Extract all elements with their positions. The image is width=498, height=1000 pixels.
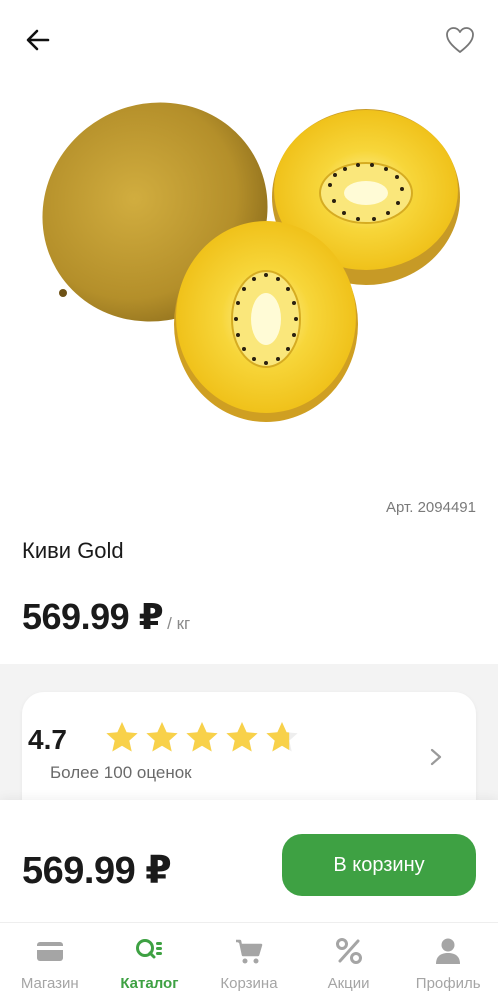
- star-icon: [226, 722, 258, 752]
- tab-cart[interactable]: Корзина: [199, 923, 298, 1000]
- bottom-tab-bar: Магазин Каталог Корзина Акции Профиль: [0, 922, 498, 1000]
- article-number: Арт. 2094491: [386, 499, 476, 516]
- profile-icon: [436, 938, 461, 964]
- product-price: 569.99 ₽: [22, 596, 164, 637]
- tab-promotions[interactable]: Акции: [299, 923, 398, 1000]
- star-icon: [106, 722, 138, 752]
- heart-outline-icon: [446, 27, 474, 53]
- product-image: [42, 102, 460, 422]
- rating-value: 4.7: [28, 724, 67, 755]
- tab-label-catalog: Каталог: [120, 975, 179, 992]
- store-card-icon: [36, 942, 63, 961]
- tab-profile[interactable]: Профиль: [399, 923, 498, 1000]
- tab-catalog[interactable]: Каталог: [100, 923, 199, 1000]
- add-to-cart-button[interactable]: В корзину: [282, 834, 476, 896]
- percent-icon: [335, 938, 362, 964]
- star-icon: [146, 722, 178, 752]
- back-button[interactable]: [20, 22, 56, 58]
- tab-label-promotions: Акции: [327, 975, 370, 992]
- price-unit: / кг: [167, 614, 191, 633]
- tab-label-store: Магазин: [20, 975, 79, 992]
- catalog-search-icon: [136, 939, 163, 959]
- tab-label-cart: Корзина: [220, 975, 278, 992]
- tab-store[interactable]: Магазин: [0, 923, 99, 1000]
- star-icon: [186, 722, 218, 752]
- arrow-left-icon: [26, 29, 50, 51]
- favorite-button[interactable]: [442, 22, 478, 58]
- top-bar: [0, 0, 498, 80]
- tab-label-profile: Профиль: [415, 975, 481, 992]
- product-title: Киви Gold: [22, 538, 124, 563]
- rating-count-label: Более 100 оценок: [50, 763, 192, 782]
- chevron-right-icon: [430, 748, 442, 766]
- rating-stars: [104, 720, 300, 756]
- star-icon: [266, 722, 298, 752]
- price-row: 569.99 ₽ / кг: [22, 596, 190, 638]
- buy-panel-price: 569.99 ₽: [22, 850, 172, 892]
- cart-icon: [235, 939, 263, 964]
